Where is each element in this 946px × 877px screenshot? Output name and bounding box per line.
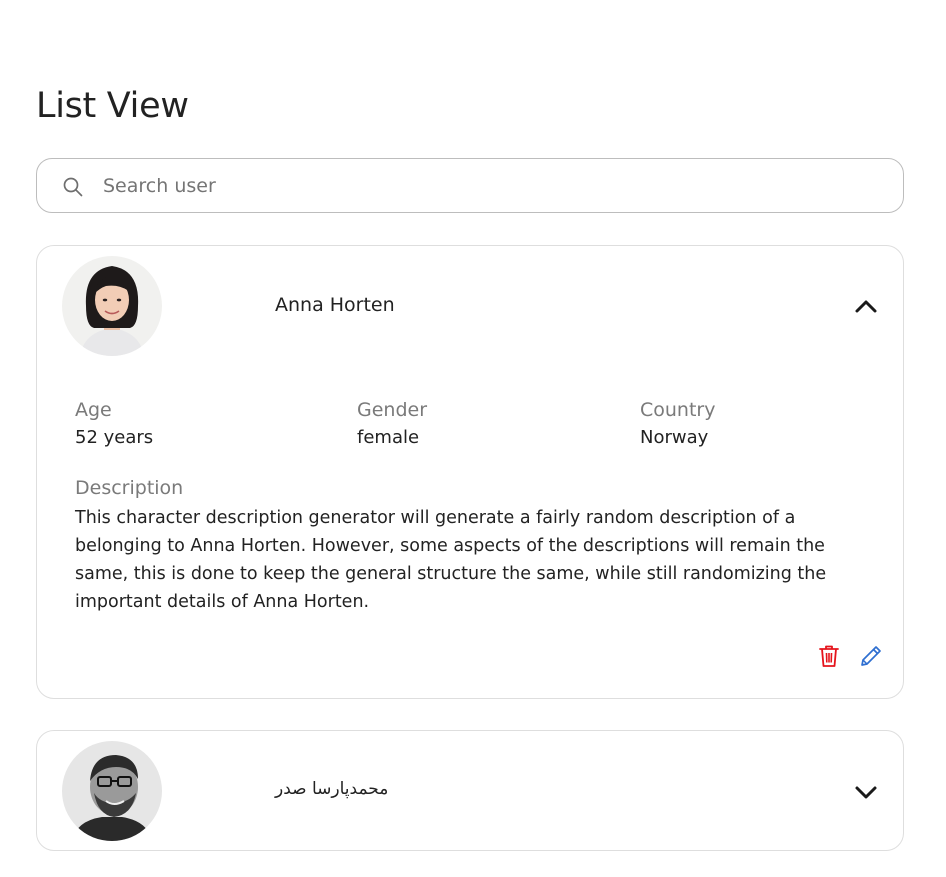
gender-label: Gender	[357, 399, 428, 421]
avatar	[62, 741, 162, 841]
search-input[interactable]	[103, 171, 863, 201]
user-name: Anna Horten	[275, 294, 395, 316]
age-value: 52 years	[75, 427, 154, 448]
description-text: This character description generator wil…	[75, 508, 827, 612]
trash-icon[interactable]	[816, 643, 842, 669]
pencil-icon[interactable]	[858, 643, 884, 669]
user-card-anna-horten: Anna Horten Age 52 years Gender female C…	[36, 245, 904, 699]
detail-age: Age 52 years	[75, 396, 153, 452]
list-view-page: List View Search user Anna Horten Age 52…	[0, 0, 946, 877]
user-card-second: محمدپارسا صدر	[36, 730, 904, 851]
description-label: Description	[75, 477, 184, 499]
description-block: Description This character description g…	[75, 474, 875, 616]
detail-country: Country Norway	[640, 396, 715, 452]
detail-gender: Gender female	[357, 396, 427, 452]
page-title: List View	[36, 86, 189, 126]
country-label: Country	[640, 399, 716, 421]
chevron-up-icon[interactable]	[853, 294, 879, 320]
user-name: محمدپارسا صدر	[275, 779, 389, 799]
chevron-down-icon[interactable]	[853, 779, 879, 805]
search-box[interactable]	[36, 158, 904, 213]
gender-value: female	[357, 427, 420, 448]
search-icon	[63, 177, 83, 197]
country-value: Norway	[640, 427, 709, 448]
age-label: Age	[75, 399, 112, 421]
avatar	[62, 256, 162, 356]
